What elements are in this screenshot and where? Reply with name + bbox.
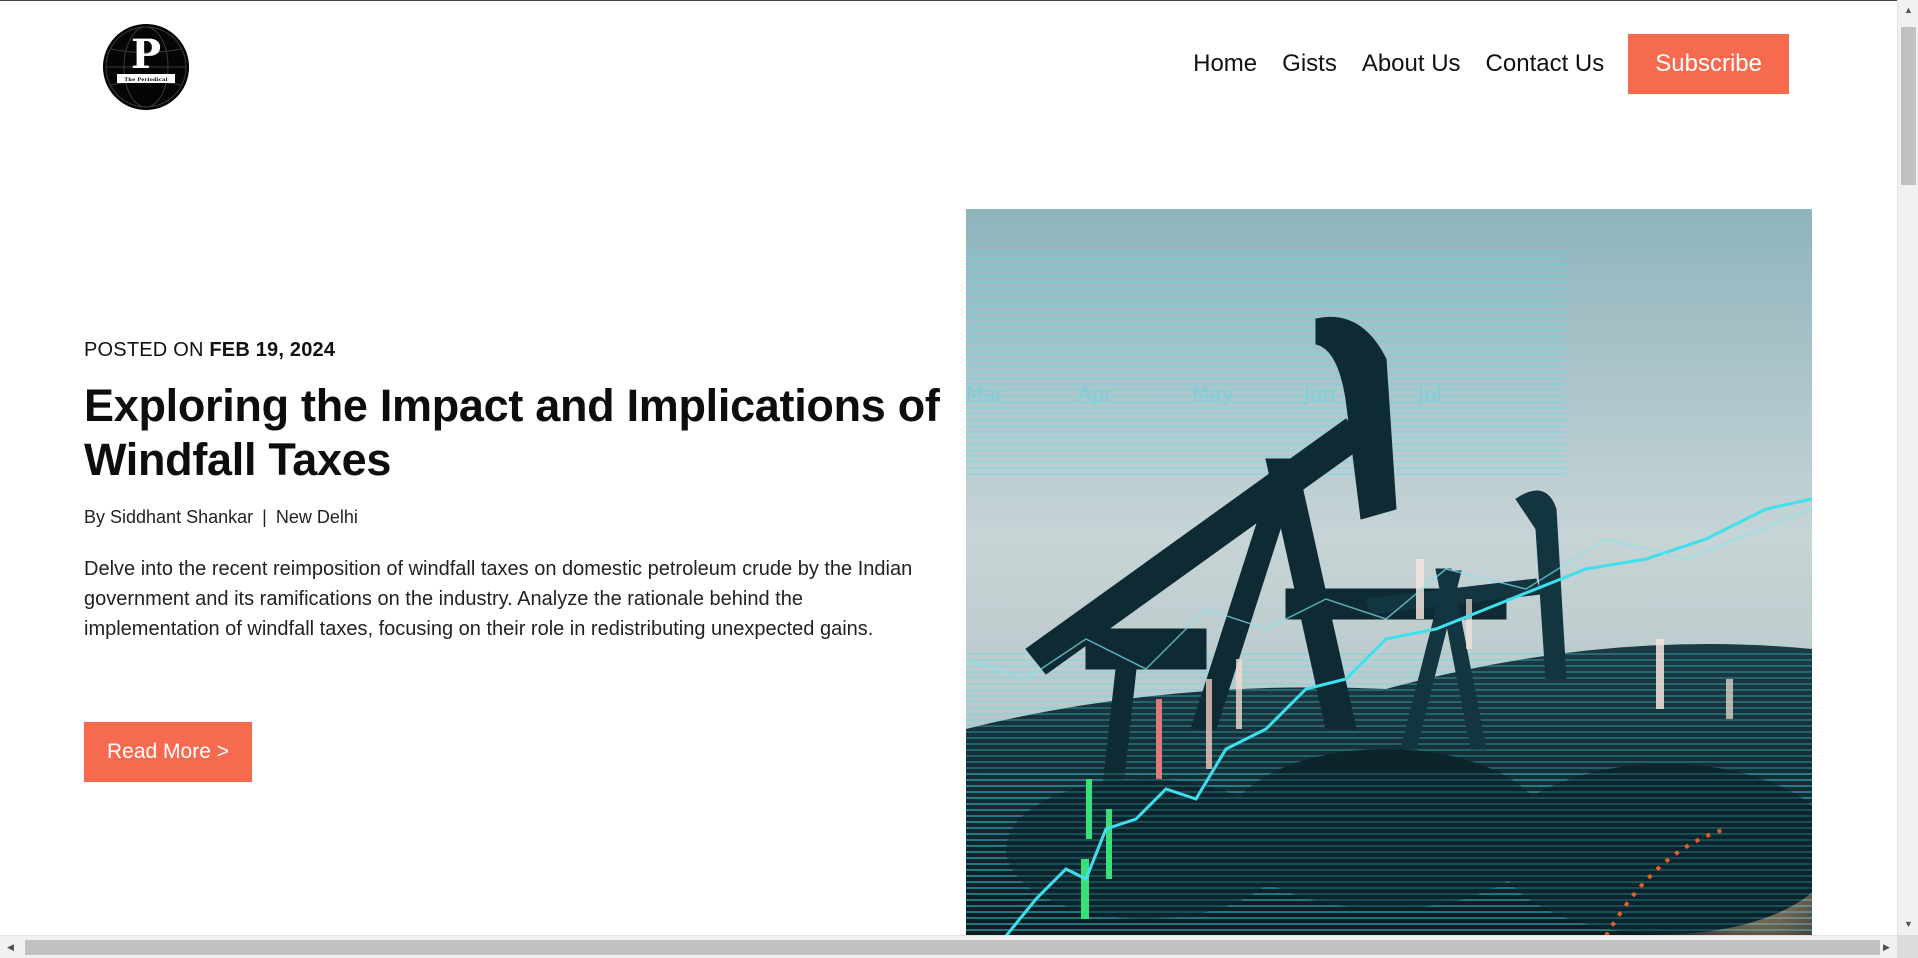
subscribe-button[interactable]: Subscribe [1628, 34, 1789, 94]
byline: By Siddhant Shankar | New Delhi [84, 507, 358, 528]
posted-on: POSTED ON FEB 19, 2024 [84, 339, 335, 362]
byline-separator: | [262, 507, 267, 527]
scroll-down-arrow-icon[interactable]: ▼ [1898, 916, 1918, 933]
read-more-button[interactable]: Read More > [84, 722, 252, 782]
posted-date: FEB 19, 2024 [209, 339, 336, 361]
horizontal-scrollbar[interactable]: ◀ ▶ [0, 935, 1897, 958]
article-hero-image[interactable]: Mar Apr May Jun Jul [966, 209, 1812, 935]
horizontal-scroll-thumb[interactable] [25, 940, 1880, 955]
main-nav: Home Gists About Us Contact Us Subscribe [1193, 34, 1789, 94]
vertical-scroll-thumb[interactable] [1901, 27, 1916, 185]
nav-home[interactable]: Home [1193, 50, 1257, 78]
scrollbar-corner [1897, 935, 1918, 958]
nav-about-us[interactable]: About Us [1362, 50, 1461, 78]
posted-prefix: POSTED ON [84, 339, 204, 361]
logo-caption: The Periodical [124, 77, 168, 83]
author-name: By Siddhant Shankar [84, 507, 254, 527]
chart-month-may: May [1192, 382, 1234, 406]
scroll-left-arrow-icon[interactable]: ◀ [2, 936, 19, 958]
nav-gists[interactable]: Gists [1282, 50, 1337, 78]
article-location: New Delhi [275, 507, 358, 527]
chart-month-apr: Apr [1078, 382, 1113, 406]
page-viewport: P The Periodical Home Gists About Us Con… [0, 0, 1897, 935]
chart-month-mar: Mar [966, 382, 1005, 406]
chart-month-jul: Jul [1416, 382, 1442, 406]
scroll-right-arrow-icon[interactable]: ▶ [1878, 936, 1895, 958]
site-logo[interactable]: P The Periodical [103, 24, 189, 110]
scroll-up-arrow-icon[interactable]: ▲ [1898, 2, 1918, 19]
globe-logo-icon: P [103, 24, 189, 110]
article-title[interactable]: Exploring the Impact and Implications of… [84, 379, 944, 487]
chart-month-jun: Jun [1302, 382, 1335, 406]
vertical-scrollbar[interactable]: ▲ ▼ [1897, 0, 1918, 935]
nav-contact-us[interactable]: Contact Us [1486, 50, 1605, 78]
article-excerpt: Delve into the recent reimposition of wi… [84, 558, 913, 640]
oil-pumpjack-illustration: Mar Apr May Jun Jul [966, 209, 1812, 935]
logo-letter: P [131, 31, 161, 78]
